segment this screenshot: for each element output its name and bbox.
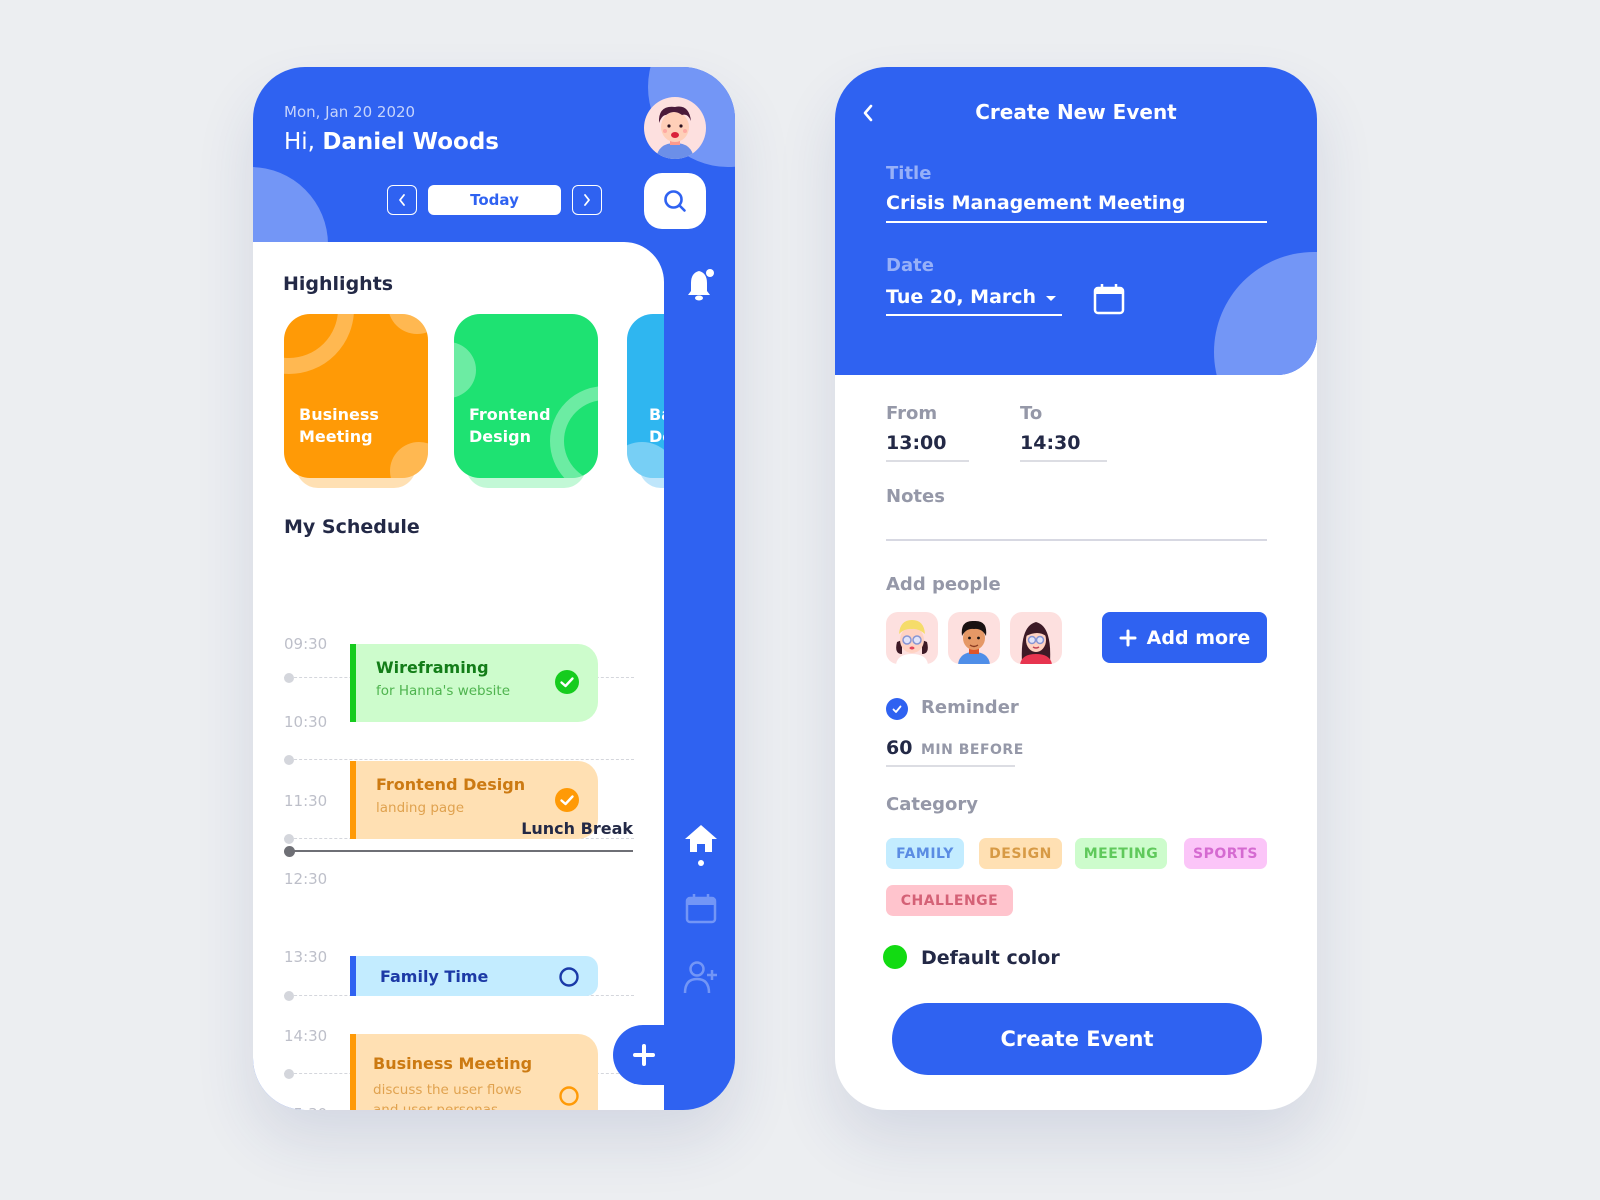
schedule-title: My Schedule xyxy=(284,516,420,538)
date-label: Date xyxy=(886,255,934,276)
event-title: Family Time xyxy=(380,967,489,986)
highlight-card-frontend-design[interactable]: Frontend Design xyxy=(454,314,598,478)
previous-day-button[interactable] xyxy=(387,185,417,215)
time-divider xyxy=(284,759,634,760)
create-event-button[interactable]: Create Event xyxy=(892,1003,1262,1075)
reminder-unit: MIN BEFORE xyxy=(921,742,1024,758)
time-label: 09:30 xyxy=(284,635,328,653)
title-label: Title xyxy=(886,163,932,184)
time-label: 13:30 xyxy=(284,948,328,966)
nav-add-user[interactable] xyxy=(683,960,719,994)
title-input[interactable]: Crisis Management Meeting xyxy=(886,192,1185,214)
calendar-icon[interactable] xyxy=(1093,283,1125,315)
from-time-input[interactable]: 13:00 xyxy=(886,432,946,454)
nav-home[interactable] xyxy=(683,822,719,868)
add-people-label: Add people xyxy=(886,574,1001,595)
lunch-break-dot xyxy=(284,846,295,857)
greeting: Hi, Daniel Woods xyxy=(284,129,499,155)
create-event-header: Create New Event Title Crisis Management… xyxy=(835,67,1317,375)
reminder-minutes-input[interactable]: 60 xyxy=(886,737,912,759)
category-tag-meeting[interactable]: MEETING xyxy=(1075,838,1167,869)
calendar-icon xyxy=(685,894,717,924)
category-label: Category xyxy=(886,794,979,815)
circle-pending-icon[interactable] xyxy=(558,966,580,988)
default-color-swatch[interactable] xyxy=(883,945,907,969)
nav-calendar[interactable] xyxy=(683,892,719,924)
person-avatar[interactable] xyxy=(948,612,1000,664)
time-label: 14:30 xyxy=(284,1027,328,1045)
default-color-label: Default color xyxy=(921,947,1060,969)
schedule-screen: Mon, Jan 20 2020 Hi, Daniel Woods Today xyxy=(253,67,735,1110)
chevron-right-icon xyxy=(584,194,590,206)
notifications-button[interactable] xyxy=(683,267,719,303)
bell-icon xyxy=(688,269,714,301)
to-label: To xyxy=(1020,403,1043,424)
next-day-button[interactable] xyxy=(572,185,602,215)
event-subtitle: discuss the user flows and user personas xyxy=(373,1082,522,1110)
event-title: Wireframing xyxy=(376,658,489,677)
event-title: Frontend Design xyxy=(376,775,526,794)
event-title: Business Meeting xyxy=(373,1054,533,1073)
decorative-circle xyxy=(1214,252,1317,375)
category-tag-family[interactable]: FAMILY xyxy=(886,838,964,869)
today-button[interactable]: Today xyxy=(428,185,561,215)
schedule-event-wireframing[interactable]: Wireframing for Hanna's website xyxy=(350,644,598,722)
notes-input[interactable] xyxy=(886,512,1267,540)
highlight-card-business-meeting[interactable]: Business Meeting xyxy=(284,314,428,478)
page-title: Create New Event xyxy=(975,100,1177,124)
schedule-content: Highlights Business Meeting Frontend Des… xyxy=(253,242,664,1110)
time-label: 12:30 xyxy=(284,870,328,888)
add-user-icon xyxy=(683,961,717,994)
home-icon xyxy=(685,825,717,866)
reminder-checkbox[interactable] xyxy=(886,698,908,720)
time-label: 15:30 xyxy=(284,1105,327,1110)
category-tag-design[interactable]: DESIGN xyxy=(979,838,1062,869)
schedule-event-family-time[interactable]: Family Time xyxy=(350,956,598,996)
from-label: From xyxy=(886,403,938,424)
person-avatar[interactable] xyxy=(886,612,938,664)
lunch-break-line xyxy=(288,850,633,852)
check-done-icon[interactable] xyxy=(554,787,580,813)
search-button[interactable] xyxy=(644,173,706,229)
notes-label: Notes xyxy=(886,486,945,507)
chevron-down-icon[interactable] xyxy=(1044,293,1058,303)
person-avatar[interactable] xyxy=(1010,612,1062,664)
event-subtitle: landing page xyxy=(376,800,465,816)
category-tag-challenge[interactable]: CHALLENGE xyxy=(886,885,1013,916)
time-dot xyxy=(284,755,294,765)
time-label: 10:30 xyxy=(284,713,328,731)
title-underline xyxy=(886,221,1267,223)
time-label: 11:30 xyxy=(284,792,328,810)
user-name: Daniel Woods xyxy=(322,129,499,155)
search-icon xyxy=(664,190,686,212)
plus-icon xyxy=(1119,629,1137,646)
plus-icon xyxy=(633,1044,655,1066)
add-event-button[interactable] xyxy=(613,1025,683,1085)
event-subtitle: for Hanna's website xyxy=(376,683,510,699)
date-underline xyxy=(886,314,1062,316)
check-icon xyxy=(892,705,902,713)
circle-pending-icon[interactable] xyxy=(558,1085,580,1107)
current-date: Mon, Jan 20 2020 xyxy=(284,103,416,121)
avatar[interactable] xyxy=(644,97,706,159)
check-done-icon[interactable] xyxy=(554,669,580,695)
create-event-screen: Create New Event Title Crisis Management… xyxy=(835,67,1317,1110)
lunch-break-label: Lunch Break xyxy=(521,819,633,838)
chevron-left-icon xyxy=(399,194,405,206)
date-select[interactable]: Tue 20, March xyxy=(886,286,1036,308)
highlight-card-third[interactable]: Ba De xyxy=(627,314,664,478)
to-time-input[interactable]: 14:30 xyxy=(1020,432,1080,454)
greeting-prefix: Hi, xyxy=(284,129,315,155)
schedule-event-business-meeting[interactable]: Business Meeting discuss the user flows … xyxy=(350,1034,598,1110)
highlights-title: Highlights xyxy=(283,273,394,295)
add-more-label: Add more xyxy=(1146,626,1251,649)
time-dot xyxy=(284,673,294,683)
category-tag-sports[interactable]: SPORTS xyxy=(1184,838,1267,869)
add-more-people-button[interactable]: Add more xyxy=(1102,612,1267,663)
reminder-label: Reminder xyxy=(921,697,1019,718)
time-dot xyxy=(284,991,294,1001)
time-dot xyxy=(284,1069,294,1079)
time-dot xyxy=(284,834,294,844)
